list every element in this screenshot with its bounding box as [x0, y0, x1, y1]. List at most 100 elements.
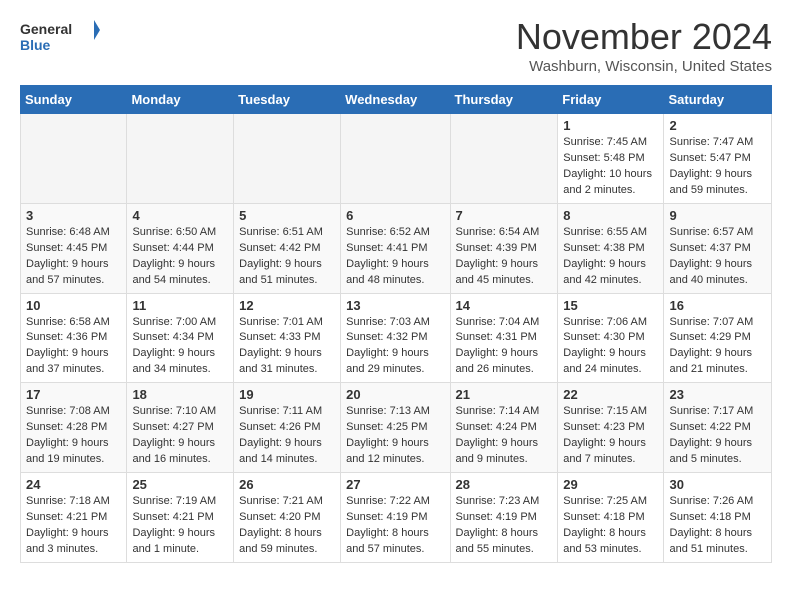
logo-svg: General Blue	[20, 16, 100, 58]
day-info: Sunrise: 7:26 AMSunset: 4:18 PMDaylight:…	[669, 494, 766, 558]
title-area: November 2024 Washburn, Wisconsin, Unite…	[516, 16, 772, 75]
week-row-3: 17 Sunrise: 7:08 AMSunset: 4:28 PMDayligh…	[21, 383, 772, 473]
day-number: 28	[456, 477, 553, 492]
day-info: Sunrise: 7:13 AMSunset: 4:25 PMDaylight:…	[346, 404, 444, 468]
day-number: 19	[239, 387, 335, 402]
calendar-cell-2-5: 15 Sunrise: 7:06 AMSunset: 4:30 PMDayligh…	[558, 293, 664, 383]
col-wednesday: Wednesday	[341, 86, 450, 114]
calendar-cell-4-0: 24 Sunrise: 7:18 AMSunset: 4:21 PMDayligh…	[21, 473, 127, 563]
col-friday: Friday	[558, 86, 664, 114]
day-info: Sunrise: 6:51 AMSunset: 4:42 PMDaylight:…	[239, 225, 335, 289]
calendar-cell-3-6: 23Sunrise: 7:17 AMSunset: 4:22 PMDayligh…	[664, 383, 772, 473]
day-info: Sunrise: 6:54 AMSunset: 4:39 PMDaylight:…	[456, 225, 553, 289]
calendar-cell-1-6: 9Sunrise: 6:57 AMSunset: 4:37 PMDaylight…	[664, 203, 772, 293]
day-info: Sunrise: 6:52 AMSunset: 4:41 PMDaylight:…	[346, 225, 444, 289]
day-number: 12	[239, 298, 335, 313]
day-number: 8	[563, 208, 658, 223]
day-number: 3	[26, 208, 121, 223]
calendar-cell-4-3: 27Sunrise: 7:22 AMSunset: 4:19 PMDayligh…	[341, 473, 450, 563]
day-number: 11	[132, 298, 228, 313]
day-number: 6	[346, 208, 444, 223]
calendar-cell-0-1	[127, 114, 234, 204]
svg-text:General: General	[20, 21, 72, 37]
calendar-cell-4-5: 29 Sunrise: 7:25 AMSunset: 4:18 PMDayligh…	[558, 473, 664, 563]
calendar-cell-0-5: 1 Sunrise: 7:45 AMSunset: 5:48 PMDaylight…	[558, 114, 664, 204]
calendar-cell-4-4: 28Sunrise: 7:23 AMSunset: 4:19 PMDayligh…	[450, 473, 558, 563]
day-info: Sunrise: 6:57 AMSunset: 4:37 PMDaylight:…	[669, 225, 766, 289]
col-thursday: Thursday	[450, 86, 558, 114]
day-info: Sunrise: 7:18 AMSunset: 4:21 PMDaylight:…	[26, 494, 121, 558]
day-info: Sunrise: 7:19 AMSunset: 4:21 PMDaylight:…	[132, 494, 228, 558]
calendar-cell-4-6: 30 Sunrise: 7:26 AMSunset: 4:18 PMDayligh…	[664, 473, 772, 563]
day-number: 23	[669, 387, 766, 402]
calendar-cell-4-1: 25 Sunrise: 7:19 AMSunset: 4:21 PMDayligh…	[127, 473, 234, 563]
day-number: 15	[563, 298, 658, 313]
day-number: 24	[26, 477, 121, 492]
calendar-cell-2-4: 14 Sunrise: 7:04 AMSunset: 4:31 PMDayligh…	[450, 293, 558, 383]
col-monday: Monday	[127, 86, 234, 114]
day-number: 13	[346, 298, 444, 313]
calendar-cell-3-0: 17 Sunrise: 7:08 AMSunset: 4:28 PMDayligh…	[21, 383, 127, 473]
day-info: Sunrise: 7:14 AMSunset: 4:24 PMDaylight:…	[456, 404, 553, 468]
calendar-cell-1-5: 8 Sunrise: 6:55 AMSunset: 4:38 PMDaylight…	[558, 203, 664, 293]
calendar-cell-3-1: 18Sunrise: 7:10 AMSunset: 4:27 PMDayligh…	[127, 383, 234, 473]
day-info: Sunrise: 7:45 AMSunset: 5:48 PMDaylight:…	[563, 135, 658, 199]
week-row-0: 1 Sunrise: 7:45 AMSunset: 5:48 PMDaylight…	[21, 114, 772, 204]
calendar-cell-0-4	[450, 114, 558, 204]
day-number: 29	[563, 477, 658, 492]
day-number: 17	[26, 387, 121, 402]
calendar-cell-1-0: 3 Sunrise: 6:48 AMSunset: 4:45 PMDaylight…	[21, 203, 127, 293]
calendar-cell-0-0	[21, 114, 127, 204]
location: Washburn, Wisconsin, United States	[516, 58, 772, 75]
calendar-cell-2-3: 13Sunrise: 7:03 AMSunset: 4:32 PMDayligh…	[341, 293, 450, 383]
day-info: Sunrise: 7:15 AMSunset: 4:23 PMDaylight:…	[563, 404, 658, 468]
day-info: Sunrise: 7:04 AMSunset: 4:31 PMDaylight:…	[456, 315, 553, 379]
day-info: Sunrise: 7:47 AMSunset: 5:47 PMDaylight:…	[669, 135, 766, 199]
month-title: November 2024	[516, 16, 772, 58]
week-row-4: 24 Sunrise: 7:18 AMSunset: 4:21 PMDayligh…	[21, 473, 772, 563]
day-number: 30	[669, 477, 766, 492]
day-number: 20	[346, 387, 444, 402]
calendar-cell-1-2: 5Sunrise: 6:51 AMSunset: 4:42 PMDaylight…	[234, 203, 341, 293]
col-sunday: Sunday	[21, 86, 127, 114]
day-info: Sunrise: 7:07 AMSunset: 4:29 PMDaylight:…	[669, 315, 766, 379]
day-info: Sunrise: 7:25 AMSunset: 4:18 PMDaylight:…	[563, 494, 658, 558]
calendar-cell-3-5: 22 Sunrise: 7:15 AMSunset: 4:23 PMDayligh…	[558, 383, 664, 473]
svg-text:Blue: Blue	[20, 37, 51, 53]
day-info: Sunrise: 7:08 AMSunset: 4:28 PMDaylight:…	[26, 404, 121, 468]
calendar-cell-2-1: 11 Sunrise: 7:00 AMSunset: 4:34 PMDayligh…	[127, 293, 234, 383]
day-info: Sunrise: 6:48 AMSunset: 4:45 PMDaylight:…	[26, 225, 121, 289]
calendar-cell-3-2: 19 Sunrise: 7:11 AMSunset: 4:26 PMDayligh…	[234, 383, 341, 473]
day-info: Sunrise: 7:10 AMSunset: 4:27 PMDaylight:…	[132, 404, 228, 468]
day-number: 22	[563, 387, 658, 402]
col-tuesday: Tuesday	[234, 86, 341, 114]
header: General Blue November 2024 Washburn, Wis…	[20, 16, 772, 75]
day-number: 4	[132, 208, 228, 223]
day-number: 27	[346, 477, 444, 492]
day-number: 10	[26, 298, 121, 313]
day-info: Sunrise: 6:58 AMSunset: 4:36 PMDaylight:…	[26, 315, 121, 379]
week-row-1: 3 Sunrise: 6:48 AMSunset: 4:45 PMDaylight…	[21, 203, 772, 293]
day-number: 1	[563, 118, 658, 133]
day-info: Sunrise: 7:21 AMSunset: 4:20 PMDaylight:…	[239, 494, 335, 558]
day-info: Sunrise: 6:50 AMSunset: 4:44 PMDaylight:…	[132, 225, 228, 289]
day-number: 16	[669, 298, 766, 313]
calendar-cell-3-3: 20 Sunrise: 7:13 AMSunset: 4:25 PMDayligh…	[341, 383, 450, 473]
day-info: Sunrise: 7:00 AMSunset: 4:34 PMDaylight:…	[132, 315, 228, 379]
day-number: 14	[456, 298, 553, 313]
calendar-cell-3-4: 21 Sunrise: 7:14 AMSunset: 4:24 PMDayligh…	[450, 383, 558, 473]
calendar-cell-2-6: 16 Sunrise: 7:07 AMSunset: 4:29 PMDayligh…	[664, 293, 772, 383]
day-info: Sunrise: 7:11 AMSunset: 4:26 PMDaylight:…	[239, 404, 335, 468]
calendar-cell-1-3: 6 Sunrise: 6:52 AMSunset: 4:41 PMDaylight…	[341, 203, 450, 293]
calendar-cell-0-2	[234, 114, 341, 204]
day-info: Sunrise: 7:06 AMSunset: 4:30 PMDaylight:…	[563, 315, 658, 379]
day-number: 25	[132, 477, 228, 492]
calendar-cell-0-3	[341, 114, 450, 204]
calendar-cell-1-4: 7Sunrise: 6:54 AMSunset: 4:39 PMDaylight…	[450, 203, 558, 293]
day-info: Sunrise: 7:01 AMSunset: 4:33 PMDaylight:…	[239, 315, 335, 379]
day-number: 21	[456, 387, 553, 402]
day-info: Sunrise: 6:55 AMSunset: 4:38 PMDaylight:…	[563, 225, 658, 289]
calendar-cell-2-2: 12 Sunrise: 7:01 AMSunset: 4:33 PMDayligh…	[234, 293, 341, 383]
calendar-cell-1-1: 4 Sunrise: 6:50 AMSunset: 4:44 PMDaylight…	[127, 203, 234, 293]
calendar-cell-0-6: 2Sunrise: 7:47 AMSunset: 5:47 PMDaylight…	[664, 114, 772, 204]
